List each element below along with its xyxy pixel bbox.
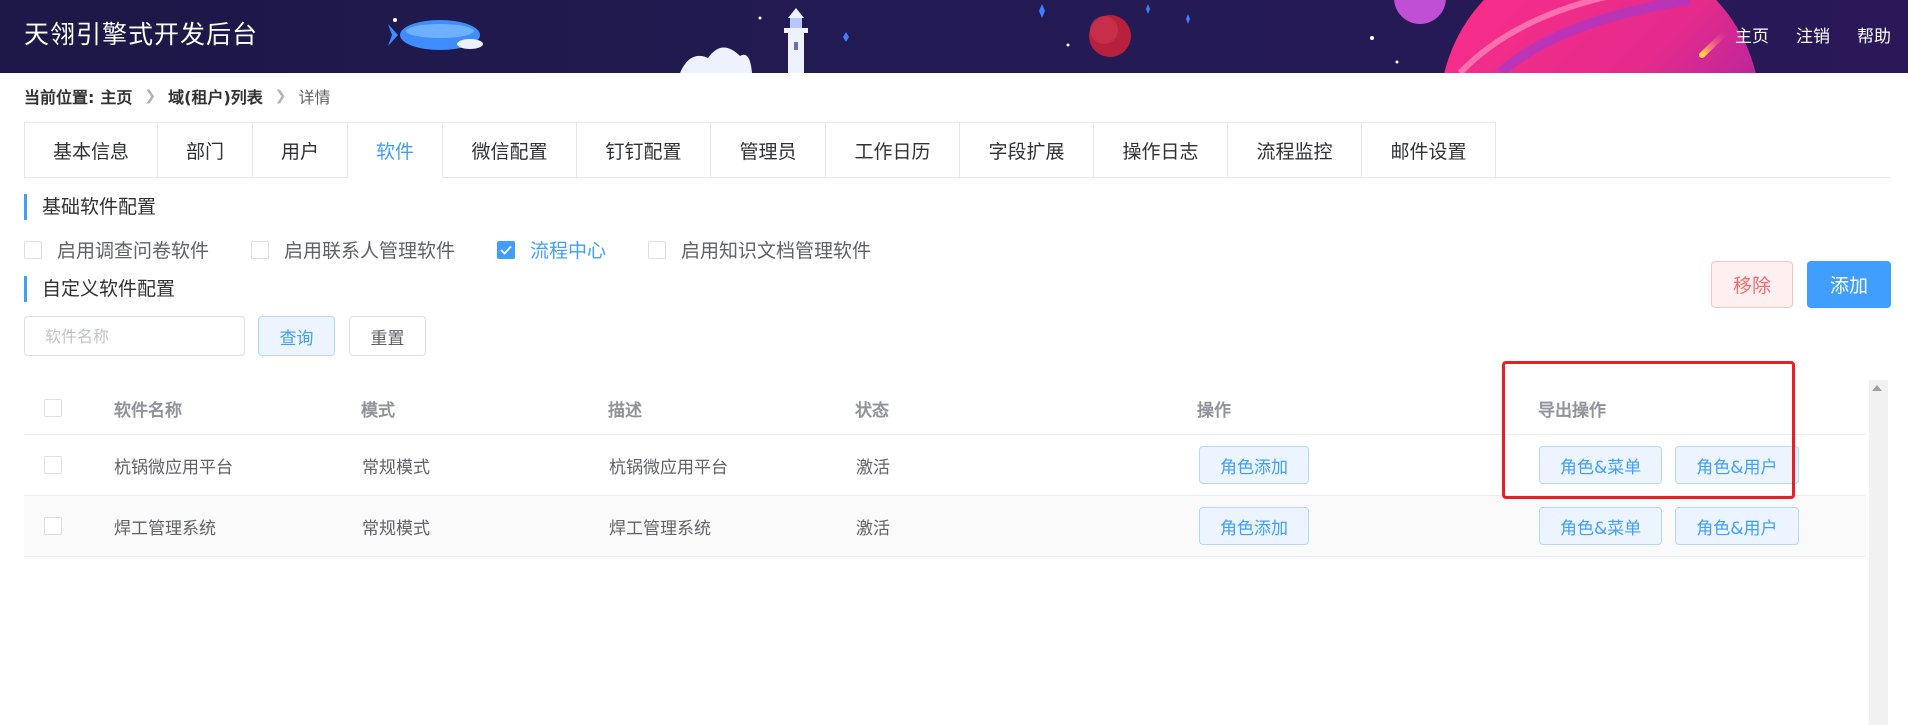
export-role-menu-button[interactable]: 角色&菜单 xyxy=(1539,507,1663,545)
column-header: 模式 xyxy=(361,400,395,421)
breadcrumb-current: 详情 xyxy=(298,88,331,107)
option-label: 启用知识文档管理软件 xyxy=(681,240,872,262)
header-space-illustration xyxy=(388,0,1756,73)
nav-home-link[interactable]: 主页 xyxy=(1735,22,1769,47)
breadcrumb-home[interactable]: 主页 xyxy=(100,84,132,108)
tab-basic-info[interactable]: 基本信息 xyxy=(24,122,158,178)
option-knowledge-software[interactable]: 启用知识文档管理软件 xyxy=(648,236,871,263)
add-button[interactable]: 添加 xyxy=(1807,261,1891,308)
query-button[interactable]: 查询 xyxy=(258,316,335,356)
row-checkbox-cell xyxy=(44,496,62,556)
lighthouse-icon xyxy=(784,8,808,73)
section-title-custom: 自定义软件配置 xyxy=(24,276,175,302)
row-checkbox-cell xyxy=(44,435,62,495)
action-cell: 角色添加 xyxy=(1199,435,1309,495)
tab-field-extension[interactable]: 字段扩展 xyxy=(960,122,1094,178)
nav-logout-link[interactable]: 注销 xyxy=(1796,22,1830,47)
scroll-up-arrow-icon[interactable] xyxy=(1872,385,1882,391)
app-title: 天翎引擎式开发后台 xyxy=(24,20,259,49)
checkbox-icon[interactable] xyxy=(251,240,270,259)
top-header: 天翎引擎式开发后台 主页 注销 帮助 xyxy=(0,0,1908,73)
table-row: 焊工管理系统 常规模式 焊工管理系统 激活 角色添加 角色&菜单 角色&用户 xyxy=(24,496,1866,557)
software-name-cell: 焊工管理系统 xyxy=(114,518,216,539)
option-contact-software[interactable]: 启用联系人管理软件 xyxy=(251,236,455,263)
tab-work-calendar[interactable]: 工作日历 xyxy=(826,122,960,178)
action-cell: 角色添加 xyxy=(1199,496,1309,556)
status-cell: 激活 xyxy=(856,518,890,539)
basic-software-options: 启用调查问卷软件 启用联系人管理软件 流程中心 启用知识文档管理软件 xyxy=(24,236,913,263)
select-all-checkbox-cell xyxy=(44,382,62,434)
breadcrumb: 当前位置: 主页 ❯ 域(租户)列表 ❯ 详情 xyxy=(24,84,331,108)
checkmark-icon xyxy=(500,245,512,255)
row-checkbox[interactable] xyxy=(44,456,62,474)
status-cell: 激活 xyxy=(856,457,890,478)
mode-cell: 常规模式 xyxy=(362,457,430,478)
software-name-cell: 杭锅微应用平台 xyxy=(114,457,233,478)
description-cell: 杭锅微应用平台 xyxy=(609,457,728,478)
reset-button[interactable]: 重置 xyxy=(349,316,426,356)
export-role-user-button[interactable]: 角色&用户 xyxy=(1675,446,1799,484)
tab-wechat-config[interactable]: 微信配置 xyxy=(443,122,577,178)
add-role-button[interactable]: 角色添加 xyxy=(1199,446,1309,484)
breadcrumb-label: 当前位置: xyxy=(24,88,95,107)
export-role-menu-button[interactable]: 角色&菜单 xyxy=(1539,446,1663,484)
option-label: 启用调查问卷软件 xyxy=(57,240,210,262)
option-label: 启用联系人管理软件 xyxy=(284,240,456,262)
description-cell: 焊工管理系统 xyxy=(609,518,711,539)
tab-operation-log[interactable]: 操作日志 xyxy=(1094,122,1228,178)
export-role-user-button[interactable]: 角色&用户 xyxy=(1675,507,1799,545)
chevron-right-icon: ❯ xyxy=(274,88,287,104)
table-row: 杭锅微应用平台 常规模式 杭锅微应用平台 激活 角色添加 角色&菜单 角色&用户 xyxy=(24,435,1866,496)
column-header: 软件名称 xyxy=(114,400,182,421)
tab-admin[interactable]: 管理员 xyxy=(711,122,826,178)
option-process-center[interactable]: 流程中心 xyxy=(497,236,606,263)
software-name-search-input[interactable] xyxy=(24,316,245,356)
tab-users[interactable]: 用户 xyxy=(253,122,348,178)
column-header: 状态 xyxy=(855,400,889,421)
tab-department[interactable]: 部门 xyxy=(158,122,253,178)
checkbox-icon[interactable] xyxy=(24,240,42,259)
select-all-checkbox[interactable] xyxy=(44,399,62,417)
export-cell: 角色&菜单 角色&用户 xyxy=(1539,435,1799,495)
software-table: 软件名称 模式 描述 状态 操作 导出操作 杭锅微应用平台 常规模式 杭锅微应用… xyxy=(24,382,1866,557)
row-checkbox[interactable] xyxy=(44,517,62,535)
table-scrollbar[interactable] xyxy=(1869,380,1888,725)
export-cell: 角色&菜单 角色&用户 xyxy=(1539,496,1799,556)
mode-cell: 常规模式 xyxy=(362,518,430,539)
nav-help-link[interactable]: 帮助 xyxy=(1857,22,1891,47)
tab-bar: 基本信息 部门 用户 软件 微信配置 钉钉配置 管理员 工作日历 字段扩展 操作… xyxy=(24,122,1496,178)
checkbox-icon[interactable] xyxy=(648,240,667,259)
column-header: 操作 xyxy=(1197,400,1231,421)
tab-process-monitor[interactable]: 流程监控 xyxy=(1228,122,1362,178)
breadcrumb-domain-list[interactable]: 域(租户)列表 xyxy=(168,84,263,108)
section-title-basic: 基础软件配置 xyxy=(24,194,156,220)
column-header: 导出操作 xyxy=(1538,400,1606,421)
option-label: 流程中心 xyxy=(530,240,607,262)
remove-button[interactable]: 移除 xyxy=(1711,261,1793,308)
tab-software[interactable]: 软件 xyxy=(348,122,443,178)
add-role-button[interactable]: 角色添加 xyxy=(1199,507,1309,545)
top-nav: 主页 注销 帮助 xyxy=(1735,22,1891,47)
checkbox-checked-icon[interactable] xyxy=(497,240,516,259)
chevron-right-icon: ❯ xyxy=(144,88,157,104)
option-survey-software[interactable]: 启用调查问卷软件 xyxy=(24,236,209,263)
tab-dingtalk-config[interactable]: 钉钉配置 xyxy=(577,122,711,178)
table-header-row: 软件名称 模式 描述 状态 操作 导出操作 xyxy=(24,382,1866,435)
column-header: 描述 xyxy=(608,400,642,421)
tab-mail-settings[interactable]: 邮件设置 xyxy=(1362,122,1496,178)
airship-icon xyxy=(388,20,483,50)
